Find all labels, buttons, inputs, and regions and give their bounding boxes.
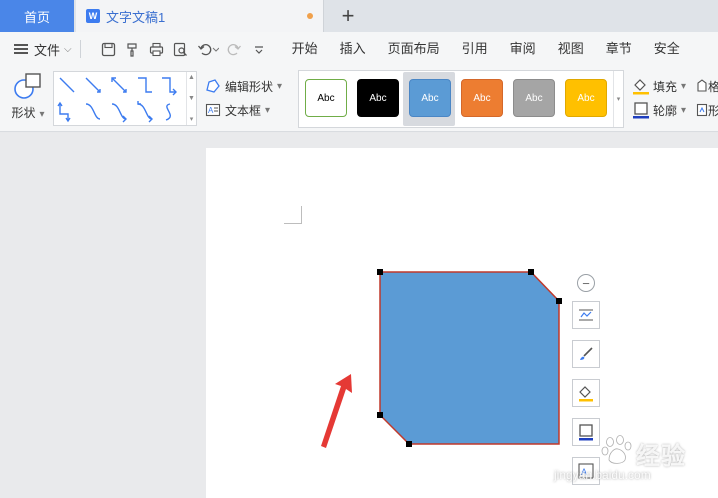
tab-page-layout[interactable]: 页面布局 <box>377 32 451 66</box>
file-menu[interactable]: 文件 ⌵ <box>14 40 72 59</box>
fill-label: 填充 <box>653 79 678 94</box>
menu-bar: 文件 ⌵ 开始 插入 页面布局 引用 审阅 视图 章节 安全 <box>0 32 718 66</box>
format-painter-icon[interactable] <box>121 37 145 61</box>
tab-document[interactable]: W 文字文稿1 <box>76 0 324 32</box>
fill-button[interactable]: 填充 ▾ <box>632 74 686 98</box>
tab-review[interactable]: 审阅 <box>499 32 547 66</box>
shapes-label: 形状 <box>11 106 36 120</box>
print-preview-icon[interactable] <box>169 37 193 61</box>
watermark-url: jingyan.baidu.com <box>554 468 651 482</box>
ribbon-panel: 形状 ▾ ▲ ▼ ▾ 编辑形状 ▾ A 文本框 ▾ Abc Abc Abc Ab… <box>0 66 718 132</box>
ribbon-tabs: 开始 插入 页面布局 引用 审阅 视图 章节 安全 <box>281 32 691 66</box>
outline-label: 轮廓 <box>653 103 678 118</box>
outline-button[interactable]: 轮廓 ▾ <box>632 98 686 122</box>
shape-effects-icon <box>696 103 708 117</box>
document-title: 文字文稿1 <box>106 9 166 25</box>
chevron-down-icon: ▾ <box>265 104 271 116</box>
save-icon[interactable] <box>97 37 121 61</box>
style-swatch[interactable]: Abc <box>513 79 555 117</box>
brush-icon <box>580 347 593 360</box>
tab-security[interactable]: 安全 <box>643 32 691 66</box>
page-margin-marker <box>284 206 302 224</box>
quick-access-toolbar <box>97 37 271 61</box>
line-shape-gallery[interactable]: ▲ ▼ ▾ <box>53 71 197 126</box>
shape-fill-button[interactable] <box>572 379 600 407</box>
divider <box>79 40 81 58</box>
tab-view[interactable]: 视图 <box>547 32 595 66</box>
hamburger-icon <box>14 44 28 54</box>
tab-references[interactable]: 引用 <box>451 32 499 66</box>
style-swatch[interactable]: Abc <box>357 79 399 117</box>
edit-shape-icon <box>205 78 221 94</box>
style-swatch[interactable]: Abc <box>461 79 503 117</box>
text-box-button[interactable]: A 文本框 ▾ <box>205 98 295 122</box>
writer-doc-icon: W <box>86 9 100 23</box>
shape-style-gallery: Abc Abc Abc Abc Abc Abc ▾ <box>298 70 624 128</box>
paint-bucket-icon <box>632 77 650 95</box>
format-button[interactable]: 格 <box>696 74 718 98</box>
unsaved-indicator <box>307 13 313 19</box>
layout-options-button[interactable] <box>572 301 600 329</box>
chevron-down-icon: ⌵ <box>64 43 72 55</box>
style-swatch[interactable]: Abc <box>409 79 451 117</box>
line-shapes-icon <box>57 77 177 123</box>
shapes-icon <box>14 73 41 99</box>
style-swatch[interactable]: Abc <box>305 79 347 117</box>
gallery-scrollbar[interactable]: ▲ ▼ ▾ <box>186 72 196 125</box>
svg-text:A: A <box>208 106 214 115</box>
style-swatch[interactable]: Abc <box>565 79 607 117</box>
tab-insert[interactable]: 插入 <box>329 32 377 66</box>
text-box-icon: A <box>205 102 221 118</box>
redo-icon[interactable] <box>223 37 247 61</box>
tab-home[interactable]: 首页 <box>0 0 74 32</box>
extra-label-2: 形 <box>707 103 718 118</box>
edit-shape-button[interactable]: 编辑形状 ▾ <box>205 74 295 98</box>
collapse-toolbar-button[interactable]: − <box>577 274 595 292</box>
tab-bar: 首页 W 文字文稿1 + <box>0 0 718 32</box>
customize-toolbar-icon[interactable] <box>247 37 271 61</box>
chevron-down-icon: ▾ <box>39 109 45 120</box>
edit-shape-group: 编辑形状 ▾ A 文本框 ▾ <box>205 74 295 122</box>
edit-shape-label: 编辑形状 <box>225 79 274 94</box>
shapes-button[interactable]: 形状 ▾ <box>8 72 48 126</box>
paint-bucket-icon <box>579 386 593 402</box>
styles-more-button[interactable]: ▾ <box>613 71 623 127</box>
paw-logo-icon <box>601 435 632 464</box>
shape-effects-button[interactable]: 形 <box>696 98 718 122</box>
extra-label-1: 格 <box>707 79 718 94</box>
watermark-text: 经验 <box>636 443 686 470</box>
chevron-down-icon: ▾ <box>681 80 687 92</box>
undo-icon[interactable] <box>193 37 223 61</box>
fill-outline-group: 填充 ▾ 轮廓 ▾ <box>632 74 686 122</box>
new-tab-button[interactable]: + <box>336 3 360 28</box>
extra-ribbon-group: 格 形 <box>696 74 718 122</box>
tab-start[interactable]: 开始 <box>281 32 329 66</box>
text-box-label: 文本框 <box>225 103 262 118</box>
chevron-down-icon: ▾ <box>681 104 687 116</box>
chevron-down-icon: ▾ <box>277 80 283 92</box>
shape-style-button[interactable] <box>572 340 600 368</box>
print-icon[interactable] <box>145 37 169 61</box>
shape-format-icon <box>697 79 707 92</box>
tab-section[interactable]: 章节 <box>595 32 643 66</box>
outline-icon <box>579 424 593 441</box>
octagon-shape[interactable] <box>379 271 560 445</box>
layout-options-icon <box>579 309 593 321</box>
outline-icon <box>632 101 650 119</box>
file-menu-label: 文件 <box>34 42 61 58</box>
baidu-jingyan-watermark: 经验 jingyan.baidu.com <box>554 418 716 498</box>
